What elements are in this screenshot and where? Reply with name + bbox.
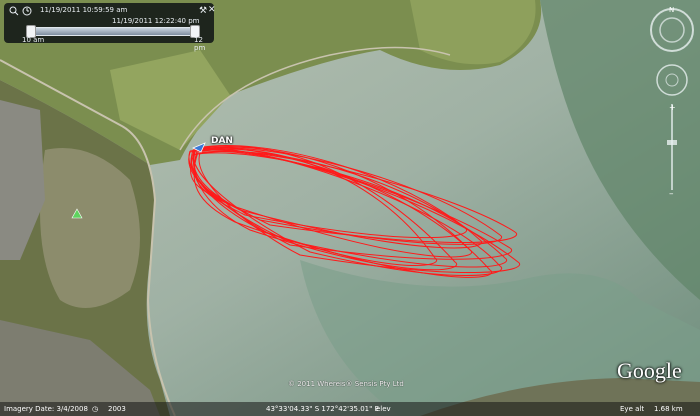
- magnifier-icon[interactable]: [9, 6, 19, 16]
- satellite-map[interactable]: N + –: [0, 0, 700, 416]
- eye-alt-value: 1.68 km: [654, 405, 683, 413]
- imagery-date: Imagery Date: 3/4/2008: [4, 405, 88, 413]
- svg-text:N: N: [669, 6, 674, 14]
- coordinates: 43°33'04.33" S 172°42'35.01" E: [266, 405, 379, 413]
- status-bar: Imagery Date: 3/4/2008 ◷ 2003 43°33'04.3…: [0, 402, 700, 416]
- imagery-year: 2003: [108, 405, 126, 413]
- history-clock-icon[interactable]: ◷: [92, 402, 98, 416]
- slider-right-label: 12 pm: [194, 36, 206, 52]
- wrench-icon[interactable]: ⚒: [199, 6, 207, 16]
- track-label: DAN: [211, 136, 233, 146]
- elevation-label: elev: [376, 405, 391, 413]
- eye-alt-label: Eye alt: [620, 405, 645, 413]
- google-logo: Google: [617, 358, 682, 383]
- clock-icon[interactable]: [22, 6, 32, 16]
- time-slider-track[interactable]: [30, 27, 200, 36]
- svg-text:–: –: [669, 189, 674, 199]
- time-slider-panel: 11/19/2011 10:59:59 am 11/19/2011 12:22:…: [4, 3, 216, 52]
- svg-text:+: +: [669, 103, 676, 112]
- end-time: 11/19/2011 12:22:40 pm: [112, 17, 200, 25]
- copyright: © 2011 Whereis® Sensis Pty Ltd: [288, 380, 404, 388]
- start-time: 11/19/2011 10:59:59 am: [40, 6, 128, 14]
- close-icon[interactable]: ✕: [208, 5, 216, 15]
- slider-left-label: 10 am: [22, 36, 45, 44]
